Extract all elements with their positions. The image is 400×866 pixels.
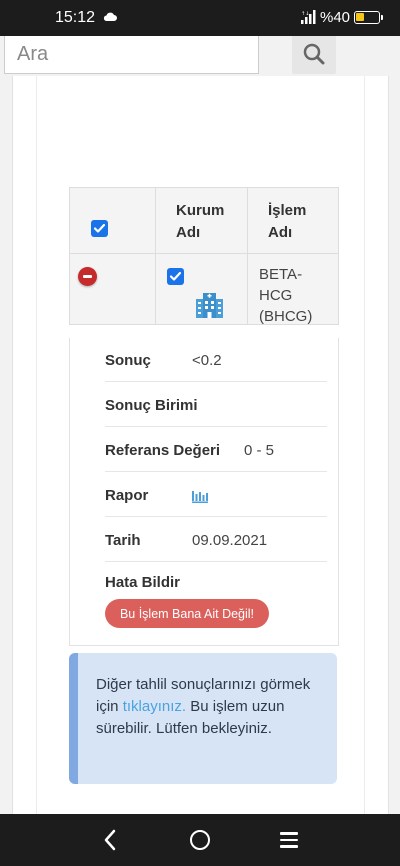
row-checkbox[interactable] [167, 268, 184, 285]
search-button[interactable] [292, 36, 336, 74]
select-all-checkbox[interactable] [91, 220, 108, 237]
info-alert: Diğer tahlil sonuçlarınızı görmek için t… [69, 653, 337, 784]
battery-percent: %40 [320, 9, 351, 26]
cloud-icon [103, 12, 117, 21]
detail-label: Sonuç Birimi [105, 397, 198, 414]
more-results-link[interactable]: tıklayınız. [123, 698, 186, 715]
table-row: BETA-HCG (BHCG) [69, 254, 339, 325]
detail-row-sonuc: Sonuç <0.2 [105, 338, 327, 382]
status-time: 15:12 [55, 9, 96, 26]
detail-label: Rapor [105, 487, 149, 504]
error-report-title: Hata Bildir [105, 574, 181, 591]
bar-chart-icon[interactable] [192, 487, 208, 503]
search-input[interactable] [4, 36, 259, 74]
search-icon [303, 43, 325, 65]
detail-value: 09.09.2021 [192, 532, 268, 549]
not-mine-button[interactable]: Bu İşlem Bana Ait Değil! [105, 599, 269, 628]
table-header: Kurum Adı İşlem Adı [69, 187, 339, 254]
svg-text:↑↓: ↑↓ [301, 11, 309, 17]
detail-value: <0.2 [192, 352, 222, 369]
detail-label: Sonuç [105, 352, 151, 369]
menu-icon[interactable] [280, 831, 298, 849]
detail-label: Tarih [105, 532, 141, 549]
hospital-icon [196, 293, 223, 318]
detail-row-rapor: Rapor [105, 473, 327, 517]
signal-icon: ↑↓ [301, 10, 316, 24]
detail-value: 0 - 5 [244, 442, 275, 459]
collapse-row-button[interactable] [78, 267, 97, 286]
header-kurum-adi: Kurum Adı [176, 202, 225, 241]
islem-adi-value: BETA-HCG (BHCG) [259, 266, 313, 325]
info-text: Diğer tahlil sonuçlarınızı görmek için t… [96, 674, 331, 740]
detail-label: Referans Değeri [105, 442, 221, 459]
result-details: Sonuç <0.2 Sonuç Birimi Referans Değeri … [69, 338, 339, 646]
detail-row-tarih: Tarih 09.09.2021 [105, 518, 327, 562]
search-area [0, 36, 400, 76]
detail-row-sonuc-birimi: Sonuç Birimi [105, 383, 327, 427]
back-icon[interactable] [100, 828, 120, 852]
detail-row-referans: Referans Değeri 0 - 5 [105, 428, 327, 472]
navigation-bar [0, 814, 400, 866]
status-bar: 15:12 ↑↓ %40 [0, 0, 400, 36]
battery-icon [354, 11, 383, 24]
home-icon[interactable] [190, 830, 210, 850]
header-islem-adi: İşlem Adı [268, 202, 307, 241]
